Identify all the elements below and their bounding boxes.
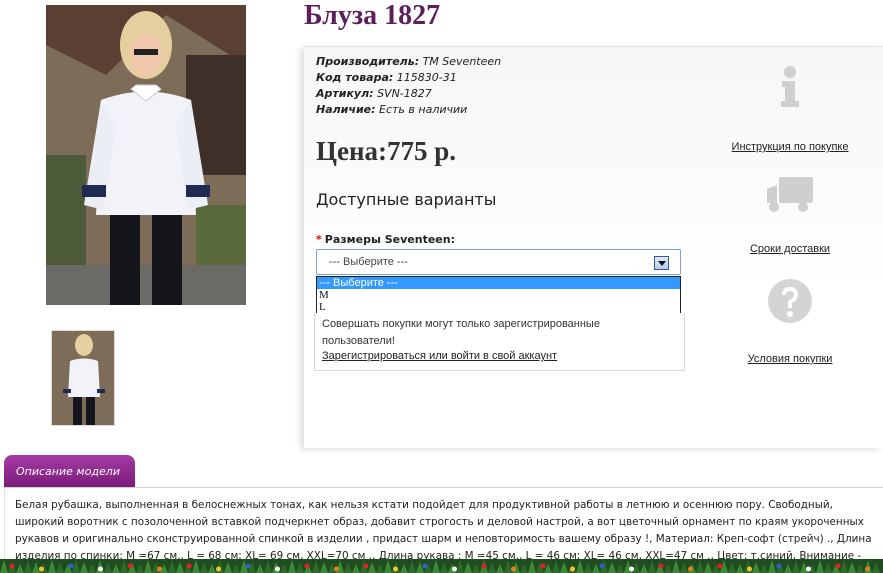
size-select-value: --- Выберите --- xyxy=(329,256,408,268)
login-required-notice: Совершать покупки могут только зарегистр… xyxy=(314,313,685,371)
purchase-conditions-link[interactable]: Условия покупки xyxy=(720,353,860,365)
spec-article: Артикул: SVN-1827 xyxy=(316,87,432,100)
size-select-label: * Размеры Seventeen: xyxy=(316,233,455,246)
purchase-instructions-link[interactable]: Инструкция по покупке xyxy=(720,141,860,153)
size-options-list: --- Выберите --- M L xyxy=(316,276,681,314)
register-or-login-link[interactable]: Зарегистрироваться или войти в свой акка… xyxy=(322,350,557,362)
product-price: Цена:775 р. xyxy=(316,136,457,166)
chevron-down-icon[interactable] xyxy=(654,256,669,270)
product-info-panel: Производитель: TM Seventeen Код товара: … xyxy=(304,46,883,448)
notice-text: Совершать покупки могут только зарегистр… xyxy=(322,318,600,347)
variants-heading: Доступные варианты xyxy=(316,190,497,209)
delivery-terms-link[interactable]: Сроки доставки xyxy=(720,243,860,255)
required-mark: * xyxy=(316,233,322,246)
christmas-garland-decoration xyxy=(0,556,883,573)
size-select[interactable]: --- Выберите --- xyxy=(316,249,681,275)
product-thumbnail[interactable] xyxy=(51,330,115,426)
spec-availability: Наличие: Есть в наличии xyxy=(316,103,468,116)
truck-icon xyxy=(767,177,813,212)
spec-product-code: Код товара: 115830-31 xyxy=(316,71,457,84)
product-title: Блуза 1827 xyxy=(304,0,441,31)
spec-manufacturer: Производитель: TM Seventeen xyxy=(316,55,502,68)
product-main-photo[interactable] xyxy=(46,5,246,305)
product-specs: Производитель: TM Seventeen Код товара: … xyxy=(316,54,501,118)
delivery-terms-block[interactable]: Сроки доставки xyxy=(720,175,860,255)
size-option-l[interactable]: L xyxy=(317,301,680,313)
size-option-m[interactable]: M xyxy=(317,289,680,301)
size-option-placeholder[interactable]: --- Выберите --- xyxy=(317,277,680,289)
tab-model-description-label: Описание модели xyxy=(16,465,120,478)
info-icon xyxy=(781,66,799,107)
tab-model-description[interactable]: Описание модели xyxy=(4,455,135,488)
purchase-instructions-block[interactable]: Инструкция по покупке xyxy=(720,65,860,153)
purchase-conditions-block[interactable]: Условия покупки xyxy=(720,277,860,365)
question-icon xyxy=(768,279,812,323)
